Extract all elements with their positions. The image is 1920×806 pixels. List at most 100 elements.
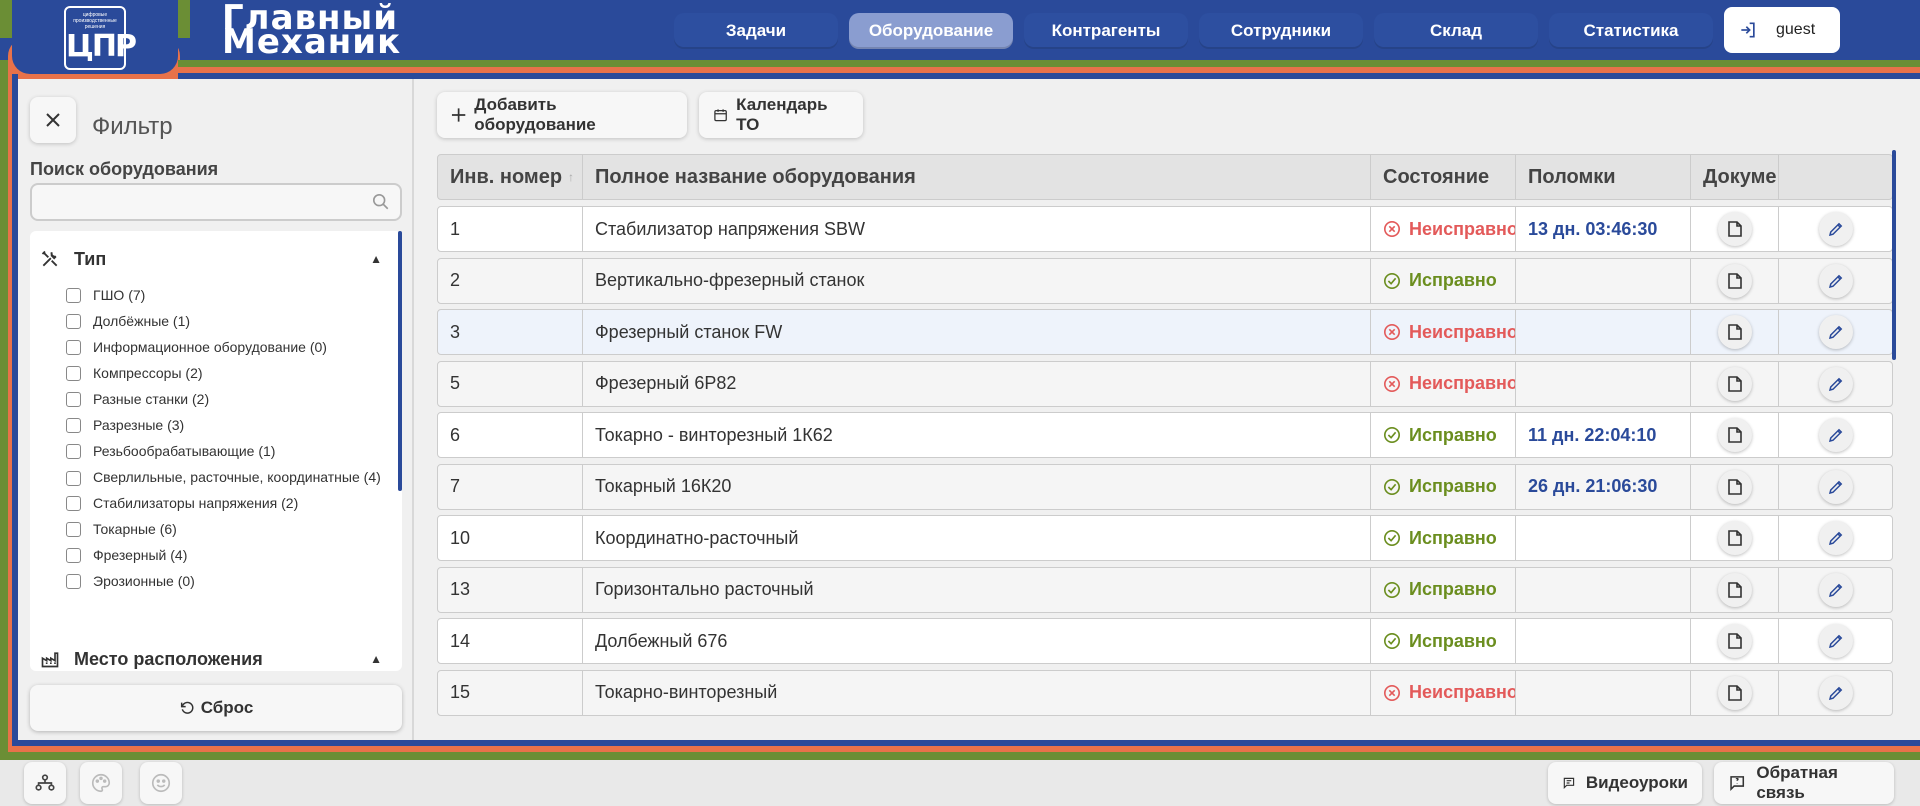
- checkbox[interactable]: [66, 574, 81, 589]
- checkbox[interactable]: [66, 366, 81, 381]
- cell-breakdown: [1516, 516, 1691, 560]
- documents-button[interactable]: [1717, 212, 1752, 246]
- nav-tasks[interactable]: Задачи: [674, 13, 838, 49]
- edit-button[interactable]: [1818, 315, 1853, 349]
- cell-breakdown: 26 дн. 21:06:30: [1516, 464, 1691, 509]
- bottom-stripe-green: [0, 752, 1920, 760]
- add-equipment-label: Добавить оборудование: [474, 95, 596, 134]
- type-option[interactable]: Компрессоры (2): [66, 365, 396, 382]
- table-header: Инв. номер ↑ Полное название оборудования…: [437, 154, 1893, 200]
- logo[interactable]: цифровые производственные решения ЦПР: [64, 6, 137, 70]
- cell-name: Токарный 16К20: [583, 464, 1371, 509]
- checkbox[interactable]: [66, 418, 81, 433]
- search-input[interactable]: [30, 183, 402, 221]
- status-badge: Исправно: [1409, 424, 1497, 445]
- checkbox[interactable]: [66, 444, 81, 459]
- document-icon: [1727, 581, 1742, 598]
- documents-button[interactable]: [1717, 521, 1752, 555]
- type-option[interactable]: Долбёжные (1): [66, 313, 396, 330]
- status-badge: Исправно: [1409, 630, 1497, 651]
- table-row[interactable]: 6 Токарно - винторезный 1К62 Исправно 11 дн…: [437, 412, 1893, 458]
- nav-equipment[interactable]: Оборудование: [849, 13, 1013, 49]
- col-documents[interactable]: Докуме: [1691, 155, 1779, 199]
- nav-warehouse[interactable]: Склад: [1374, 13, 1538, 49]
- feedback-button[interactable]: Обратная связь: [1714, 762, 1894, 804]
- table-row[interactable]: 1 Стабилизатор напряжения SBW Неисправно 13…: [437, 206, 1893, 252]
- type-option[interactable]: Резьбообрабатывающие (1): [66, 443, 396, 460]
- col-full-name[interactable]: Полное название оборудования: [583, 155, 1371, 199]
- table-row[interactable]: 2 Вертикально-фрезерный станок Исправно: [437, 257, 1893, 304]
- documents-button[interactable]: [1717, 469, 1752, 504]
- table-row[interactable]: 13 Горизонтально расточный Исправно: [437, 566, 1893, 613]
- theme-button[interactable]: [80, 762, 122, 804]
- type-option[interactable]: Стабилизаторы напряжения (2): [66, 495, 396, 512]
- nav-employees[interactable]: Сотрудники: [1199, 13, 1363, 49]
- checkbox[interactable]: [66, 548, 81, 563]
- checkbox[interactable]: [66, 314, 81, 329]
- nav-statistics[interactable]: Статистика: [1549, 13, 1713, 49]
- documents-button[interactable]: [1717, 418, 1752, 452]
- maintenance-calendar-button[interactable]: Календарь ТО: [699, 92, 863, 138]
- cell-actions: [1779, 671, 1892, 715]
- edit-button[interactable]: [1818, 624, 1853, 658]
- type-option[interactable]: Сверлильные, расточные, координатные (4): [66, 469, 396, 486]
- caret-up-icon: ▲: [370, 652, 382, 666]
- type-option[interactable]: Информационное оборудование (0): [66, 339, 396, 356]
- status-badge: Неисправно: [1409, 321, 1516, 342]
- cell-actions: [1779, 362, 1892, 406]
- document-icon: [1727, 427, 1742, 443]
- col-inventory-number[interactable]: Инв. номер ↑: [438, 155, 583, 199]
- brand-line-2: Механик: [222, 22, 402, 62]
- edit-button[interactable]: [1818, 212, 1853, 246]
- documents-button[interactable]: [1717, 624, 1752, 658]
- edit-button[interactable]: [1818, 469, 1853, 504]
- reset-button[interactable]: Сброс: [30, 685, 402, 731]
- edit-icon: [1828, 531, 1842, 546]
- col-status[interactable]: Состояние: [1371, 155, 1516, 199]
- edit-button[interactable]: [1818, 366, 1853, 401]
- type-option[interactable]: ГШО (7): [66, 287, 396, 304]
- checkbox[interactable]: [66, 522, 81, 537]
- emoji-button[interactable]: [140, 762, 182, 804]
- table-row[interactable]: 10 Координатно-расточный Исправно: [437, 515, 1893, 561]
- user-button[interactable]: guest: [1724, 7, 1840, 53]
- table-scrollbar[interactable]: [1892, 150, 1896, 360]
- table-row[interactable]: 3 Фрезерный станок FW Неисправно: [437, 309, 1893, 355]
- video-tutorials-button[interactable]: Видеоуроки: [1548, 762, 1702, 804]
- edit-button[interactable]: [1818, 572, 1853, 607]
- documents-button[interactable]: [1717, 675, 1752, 710]
- table-row[interactable]: 5 Фрезерный 6Р82 Неисправно: [437, 360, 1893, 407]
- checkbox[interactable]: [66, 470, 81, 486]
- type-option[interactable]: Токарные (6): [66, 521, 396, 538]
- checkbox[interactable]: [66, 496, 81, 511]
- documents-button[interactable]: [1717, 315, 1752, 349]
- close-filter-button[interactable]: [30, 97, 76, 143]
- close-icon: [46, 113, 60, 127]
- edit-button[interactable]: [1818, 675, 1853, 710]
- edit-button[interactable]: [1818, 521, 1853, 555]
- checkbox[interactable]: [66, 392, 81, 407]
- table-row[interactable]: 7 Токарный 16К20 Исправно 26 дн. 21:06:30: [437, 463, 1893, 510]
- add-equipment-button[interactable]: Добавить оборудование: [437, 92, 687, 138]
- table-row[interactable]: 15 Токарно-винторезный Неисправно: [437, 669, 1893, 716]
- documents-button[interactable]: [1717, 263, 1752, 298]
- location-section-header[interactable]: Место расположения ▲: [40, 644, 390, 671]
- documents-button[interactable]: [1717, 572, 1752, 607]
- table-row[interactable]: 14 Долбежный 676 Исправно: [437, 618, 1893, 664]
- nav-contractors[interactable]: Контрагенты: [1024, 13, 1188, 49]
- filter-scrollbar[interactable]: [398, 231, 402, 491]
- checkbox[interactable]: [66, 340, 81, 355]
- type-option[interactable]: Эрозионные (0): [66, 573, 396, 590]
- type-section-header[interactable]: Тип ▲: [40, 244, 390, 274]
- edit-button[interactable]: [1818, 418, 1853, 452]
- document-icon: [1727, 272, 1742, 289]
- type-option[interactable]: Разные станки (2): [66, 391, 396, 408]
- col-breakdowns[interactable]: Поломки: [1516, 155, 1691, 199]
- type-option[interactable]: Фрезерный (4): [66, 547, 396, 564]
- type-option[interactable]: Разрезные (3): [66, 417, 396, 434]
- org-structure-button[interactable]: [24, 762, 66, 804]
- edit-button[interactable]: [1818, 263, 1853, 298]
- checkbox[interactable]: [66, 288, 81, 303]
- documents-button[interactable]: [1717, 366, 1752, 401]
- location-section-label: Место расположения: [74, 648, 263, 669]
